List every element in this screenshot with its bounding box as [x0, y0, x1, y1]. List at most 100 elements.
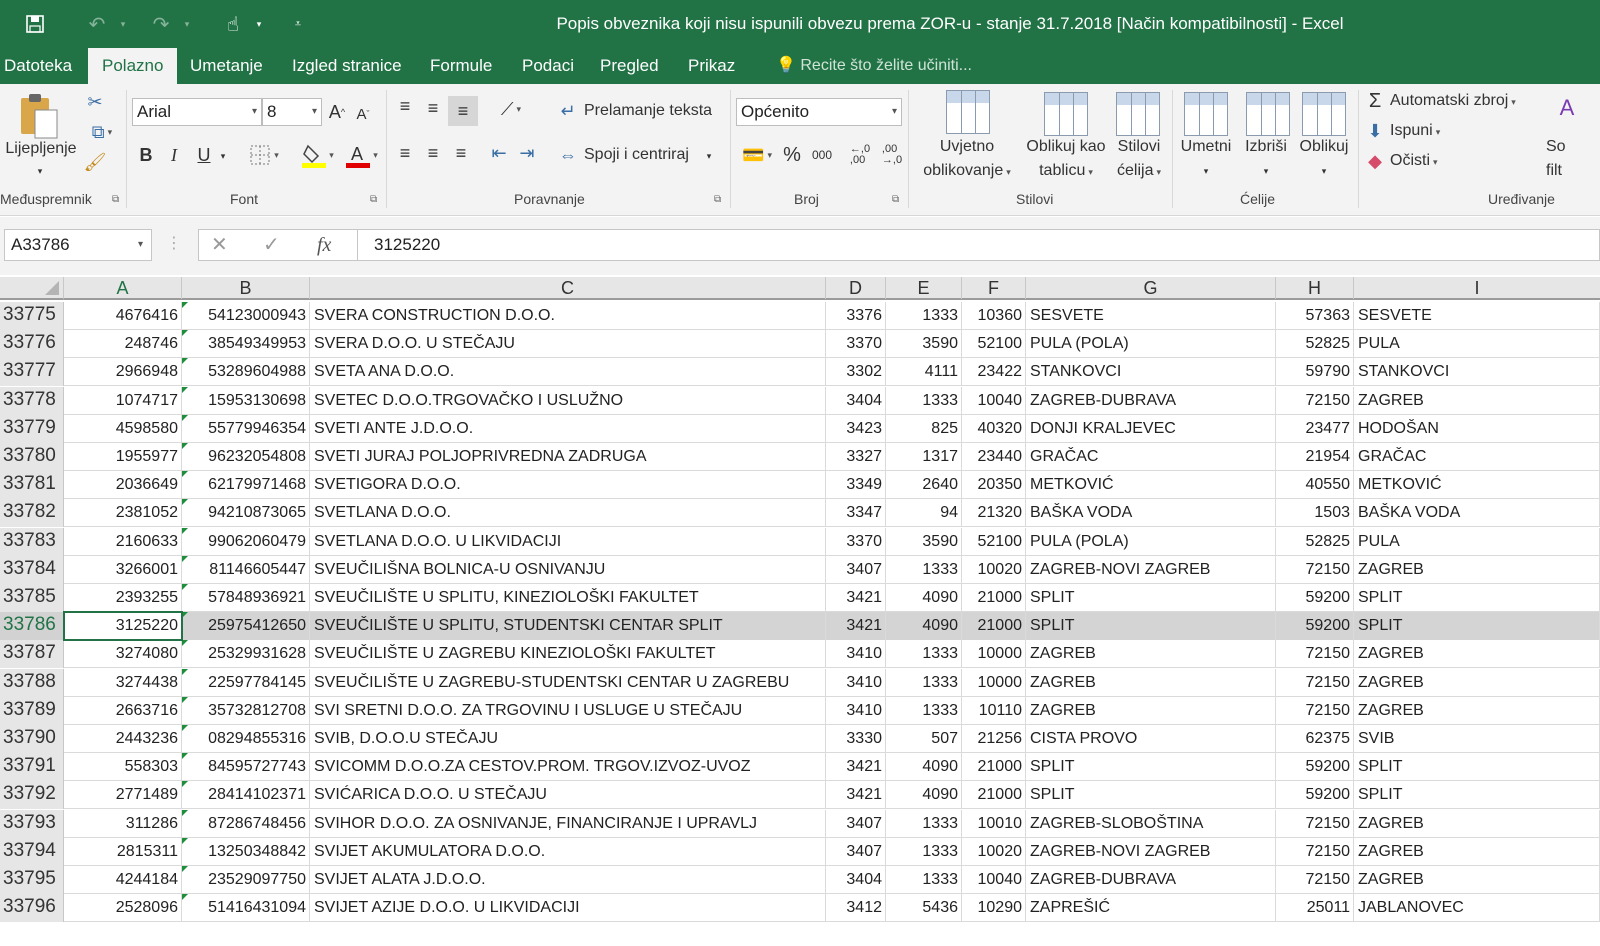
cell-i[interactable]: ZAGREB: [1354, 640, 1600, 668]
cell-b[interactable]: 53289604988: [182, 358, 310, 386]
cell-d[interactable]: 3330: [826, 725, 886, 753]
row-header[interactable]: 33783: [0, 528, 64, 556]
cell-h[interactable]: 25011: [1276, 894, 1354, 922]
cell-d[interactable]: 3421: [826, 612, 886, 640]
cell-b[interactable]: 23529097750: [182, 866, 310, 894]
cell-a[interactable]: 2160633: [64, 528, 182, 556]
row-header[interactable]: 33785: [0, 584, 64, 612]
cell-a[interactable]: 2393255: [64, 584, 182, 612]
cell-a[interactable]: 2528096: [64, 894, 182, 922]
row-header[interactable]: 33779: [0, 415, 64, 443]
cell-b[interactable]: 25329931628: [182, 640, 310, 668]
column-header-b[interactable]: B: [182, 277, 310, 299]
cell-c[interactable]: SVIHOR D.O.O. ZA OSNIVANJE, FINANCIRANJE…: [310, 810, 826, 838]
wrap-text-icon[interactable]: ↵: [556, 98, 580, 124]
column-header-e[interactable]: E: [886, 277, 962, 299]
cell-g[interactable]: PULA (POLA): [1026, 330, 1276, 358]
font-name-box[interactable]: Arial ▾: [132, 98, 262, 126]
cell-f[interactable]: 10020: [962, 556, 1026, 584]
cell-a[interactable]: 2663716: [64, 697, 182, 725]
percent-button[interactable]: %: [780, 142, 804, 168]
row-header[interactable]: 33787: [0, 640, 64, 668]
row-header[interactable]: 33778: [0, 387, 64, 415]
cell-b[interactable]: 15953130698: [182, 387, 310, 415]
cell-h[interactable]: 1503: [1276, 499, 1354, 527]
cell-i[interactable]: SPLIT: [1354, 753, 1600, 781]
cell-h[interactable]: 72150: [1276, 697, 1354, 725]
cell-i[interactable]: HODOŠAN: [1354, 415, 1600, 443]
tab-pregled[interactable]: Pregled: [600, 48, 659, 84]
column-header-i[interactable]: I: [1354, 277, 1600, 299]
cell-h[interactable]: 59200: [1276, 612, 1354, 640]
cell-b[interactable]: 99062060479: [182, 528, 310, 556]
cell-d[interactable]: 3347: [826, 499, 886, 527]
cell-g[interactable]: BAŠKA VODA: [1026, 499, 1276, 527]
number-format-box[interactable]: Općenito ▾: [736, 98, 902, 126]
format-as-table-icon[interactable]: [1044, 92, 1088, 136]
cell-b[interactable]: 08294855316: [182, 725, 310, 753]
cell-c[interactable]: SVEUČILIŠTE U SPLITU, STUDENTSKI CENTAR …: [310, 612, 826, 640]
cell-e[interactable]: 1317: [886, 443, 962, 471]
cell-i[interactable]: ZAGREB: [1354, 556, 1600, 584]
cell-d[interactable]: 3404: [826, 387, 886, 415]
row-header[interactable]: 33780: [0, 443, 64, 471]
cell-g[interactable]: SPLIT: [1026, 612, 1276, 640]
cell-styles-icon[interactable]: [1116, 92, 1160, 136]
cell-d[interactable]: 3370: [826, 330, 886, 358]
cell-b[interactable]: 84595727743: [182, 753, 310, 781]
cell-f[interactable]: 21000: [962, 781, 1026, 809]
cell-h[interactable]: 59200: [1276, 584, 1354, 612]
cell-b[interactable]: 22597784145: [182, 669, 310, 697]
row-header[interactable]: 33776: [0, 330, 64, 358]
tab-datoteka[interactable]: Datoteka: [4, 48, 72, 84]
cell-e[interactable]: 94: [886, 499, 962, 527]
cell-g[interactable]: ZAGREB-DUBRAVA: [1026, 866, 1276, 894]
cell-e[interactable]: 1333: [886, 866, 962, 894]
cell-d[interactable]: 3410: [826, 669, 886, 697]
cell-d[interactable]: 3407: [826, 556, 886, 584]
cell-f[interactable]: 10020: [962, 838, 1026, 866]
cell-a[interactable]: 311286: [64, 810, 182, 838]
cell-g[interactable]: ZAGREB-NOVI ZAGREB: [1026, 556, 1276, 584]
row-header[interactable]: 33794: [0, 838, 64, 866]
cell-e[interactable]: 1333: [886, 810, 962, 838]
cell-d[interactable]: 3370: [826, 528, 886, 556]
cell-f[interactable]: 23422: [962, 358, 1026, 386]
column-header-g[interactable]: G: [1026, 277, 1276, 299]
cell-a[interactable]: 3274080: [64, 640, 182, 668]
cancel-icon[interactable]: ✕: [211, 230, 228, 260]
cell-h[interactable]: 21954: [1276, 443, 1354, 471]
number-launcher-icon[interactable]: ⧉: [892, 194, 899, 205]
cell-f[interactable]: 21000: [962, 584, 1026, 612]
cell-h[interactable]: 72150: [1276, 838, 1354, 866]
cell-g[interactable]: PULA (POLA): [1026, 528, 1276, 556]
row-header[interactable]: 33789: [0, 697, 64, 725]
borders-icon[interactable]: ▾: [242, 142, 286, 168]
cell-b[interactable]: 55779946354: [182, 415, 310, 443]
cell-i[interactable]: ZAGREB: [1354, 810, 1600, 838]
cell-i[interactable]: SPLIT: [1354, 612, 1600, 640]
cell-h[interactable]: 59200: [1276, 781, 1354, 809]
tab-podaci[interactable]: Podaci: [522, 48, 574, 84]
cell-a[interactable]: 2771489: [64, 781, 182, 809]
sort-filter-icon[interactable]: A: [1552, 88, 1582, 128]
cell-h[interactable]: 40550: [1276, 471, 1354, 499]
align-middle-icon[interactable]: ≡: [420, 96, 446, 120]
cell-c[interactable]: SVETIGORA D.O.O.: [310, 471, 826, 499]
name-box[interactable]: A33786 ▾: [4, 229, 152, 261]
align-top-icon[interactable]: ≡: [392, 94, 418, 118]
cell-d[interactable]: 3404: [826, 866, 886, 894]
cell-f[interactable]: 10360: [962, 302, 1026, 330]
cell-styles-label-1[interactable]: Stilovi: [1110, 138, 1168, 156]
italic-button[interactable]: I: [162, 142, 186, 168]
cell-e[interactable]: 5436: [886, 894, 962, 922]
format-as-table-label-1[interactable]: Oblikuj kao: [1018, 138, 1114, 156]
increase-decimal-icon[interactable]: ←,0,00: [846, 140, 874, 170]
cell-h[interactable]: 72150: [1276, 640, 1354, 668]
autosum-button[interactable]: Automatski zbroj ▾: [1390, 92, 1516, 110]
cell-b[interactable]: 38549349953: [182, 330, 310, 358]
cell-g[interactable]: STANKOVCI: [1026, 358, 1276, 386]
cell-a[interactable]: 1955977: [64, 443, 182, 471]
cell-d[interactable]: 3327: [826, 443, 886, 471]
increase-indent-icon[interactable]: ⇥: [514, 140, 540, 166]
